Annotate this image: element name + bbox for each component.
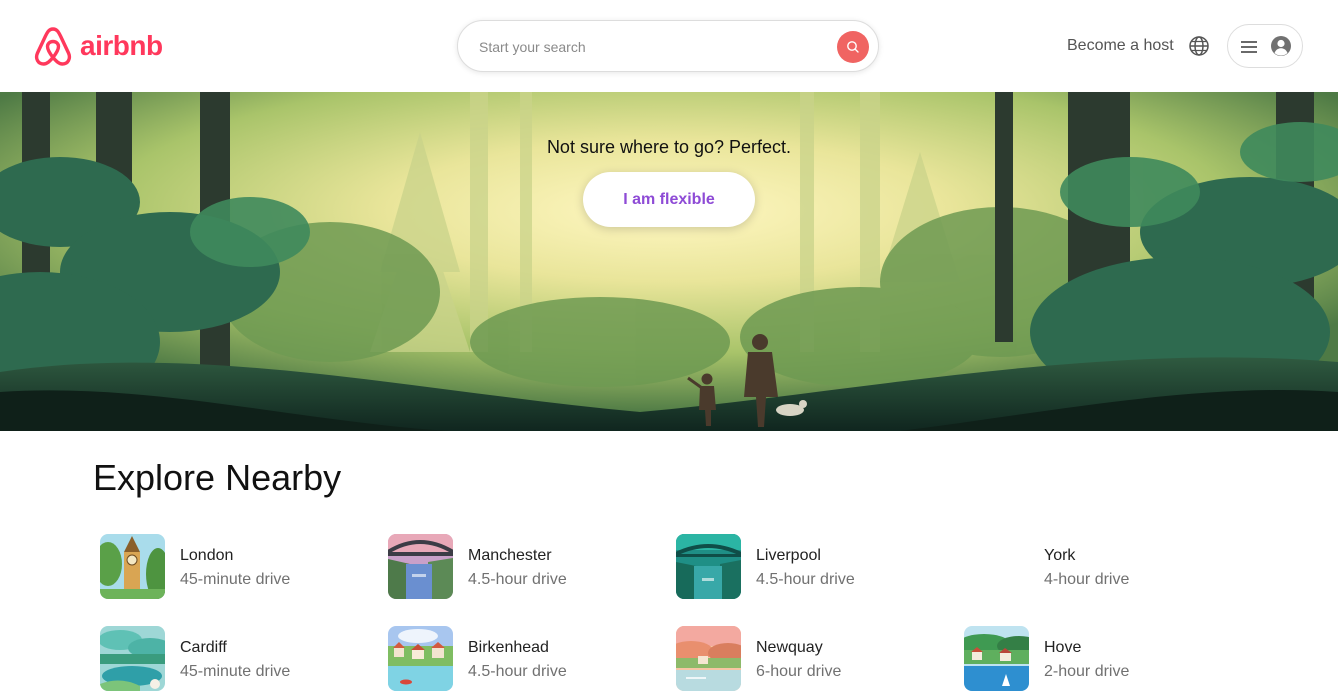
card-title: York [1044, 547, 1076, 564]
card-title: Liverpool [756, 547, 821, 564]
cardiff-thumbnail [100, 626, 165, 691]
become-host-link[interactable]: Become a host [1067, 36, 1174, 56]
search-input[interactable] [479, 34, 819, 60]
birkenhead-thumbnail [388, 626, 453, 691]
search-icon [847, 41, 859, 53]
explore-card-birkenhead[interactable]: Birkenhead 4.5-hour drive [388, 626, 648, 692]
airbnb-logo-icon [34, 27, 72, 66]
card-title: Newquay [756, 639, 823, 656]
card-title: Birkenhead [468, 639, 549, 656]
card-distance: 4.5-hour drive [468, 663, 567, 680]
user-menu-button[interactable] [1227, 24, 1303, 68]
newquay-thumbnail [676, 626, 741, 691]
menu-icon [1241, 41, 1257, 53]
explore-card-york[interactable]: York 4-hour drive [964, 534, 1224, 600]
card-distance: 6-hour drive [756, 663, 842, 680]
flexible-button[interactable]: I am flexible [583, 172, 755, 227]
airbnb-logo[interactable]: airbnb [33, 24, 163, 68]
card-distance: 4-hour drive [1044, 571, 1130, 588]
explore-card-london[interactable]: London 45-minute drive [100, 534, 360, 600]
explore-card-cardiff[interactable]: Cardiff 45-minute drive [100, 626, 360, 692]
york-thumbnail [964, 534, 1029, 599]
card-distance: 4.5-hour drive [756, 571, 855, 588]
card-title: London [180, 547, 234, 564]
manchester-thumbnail [388, 534, 453, 599]
globe-icon [1189, 36, 1209, 56]
explore-nearby-heading: Explore Nearby [93, 457, 342, 498]
card-distance: 4.5-hour drive [468, 571, 567, 588]
card-distance: 2-hour drive [1044, 663, 1130, 680]
logo-wordmark: airbnb [80, 30, 163, 61]
card-distance: 45-minute drive [180, 571, 291, 588]
search-button[interactable] [837, 31, 869, 63]
language-button[interactable] [1187, 34, 1211, 58]
card-distance: 45-minute drive [180, 663, 291, 680]
hove-thumbnail [964, 626, 1029, 691]
liverpool-thumbnail [676, 534, 741, 599]
london-thumbnail [100, 534, 165, 599]
card-title: Cardiff [180, 639, 227, 656]
top-header: airbnb Become a host [0, 0, 1338, 92]
hero-tagline: Not sure where to go? Perfect. [546, 137, 792, 157]
explore-card-hove[interactable]: Hove 2-hour drive [964, 626, 1224, 692]
card-title: Hove [1044, 639, 1082, 656]
user-avatar-icon [1271, 36, 1291, 56]
hero-banner: Not sure where to go? Perfect. I am flex… [0, 92, 1338, 431]
card-title: Manchester [468, 547, 552, 564]
search-bar[interactable] [457, 20, 879, 72]
explore-card-liverpool[interactable]: Liverpool 4.5-hour drive [676, 534, 936, 600]
explore-card-manchester[interactable]: Manchester 4.5-hour drive [388, 534, 648, 600]
explore-card-newquay[interactable]: Newquay 6-hour drive [676, 626, 936, 692]
